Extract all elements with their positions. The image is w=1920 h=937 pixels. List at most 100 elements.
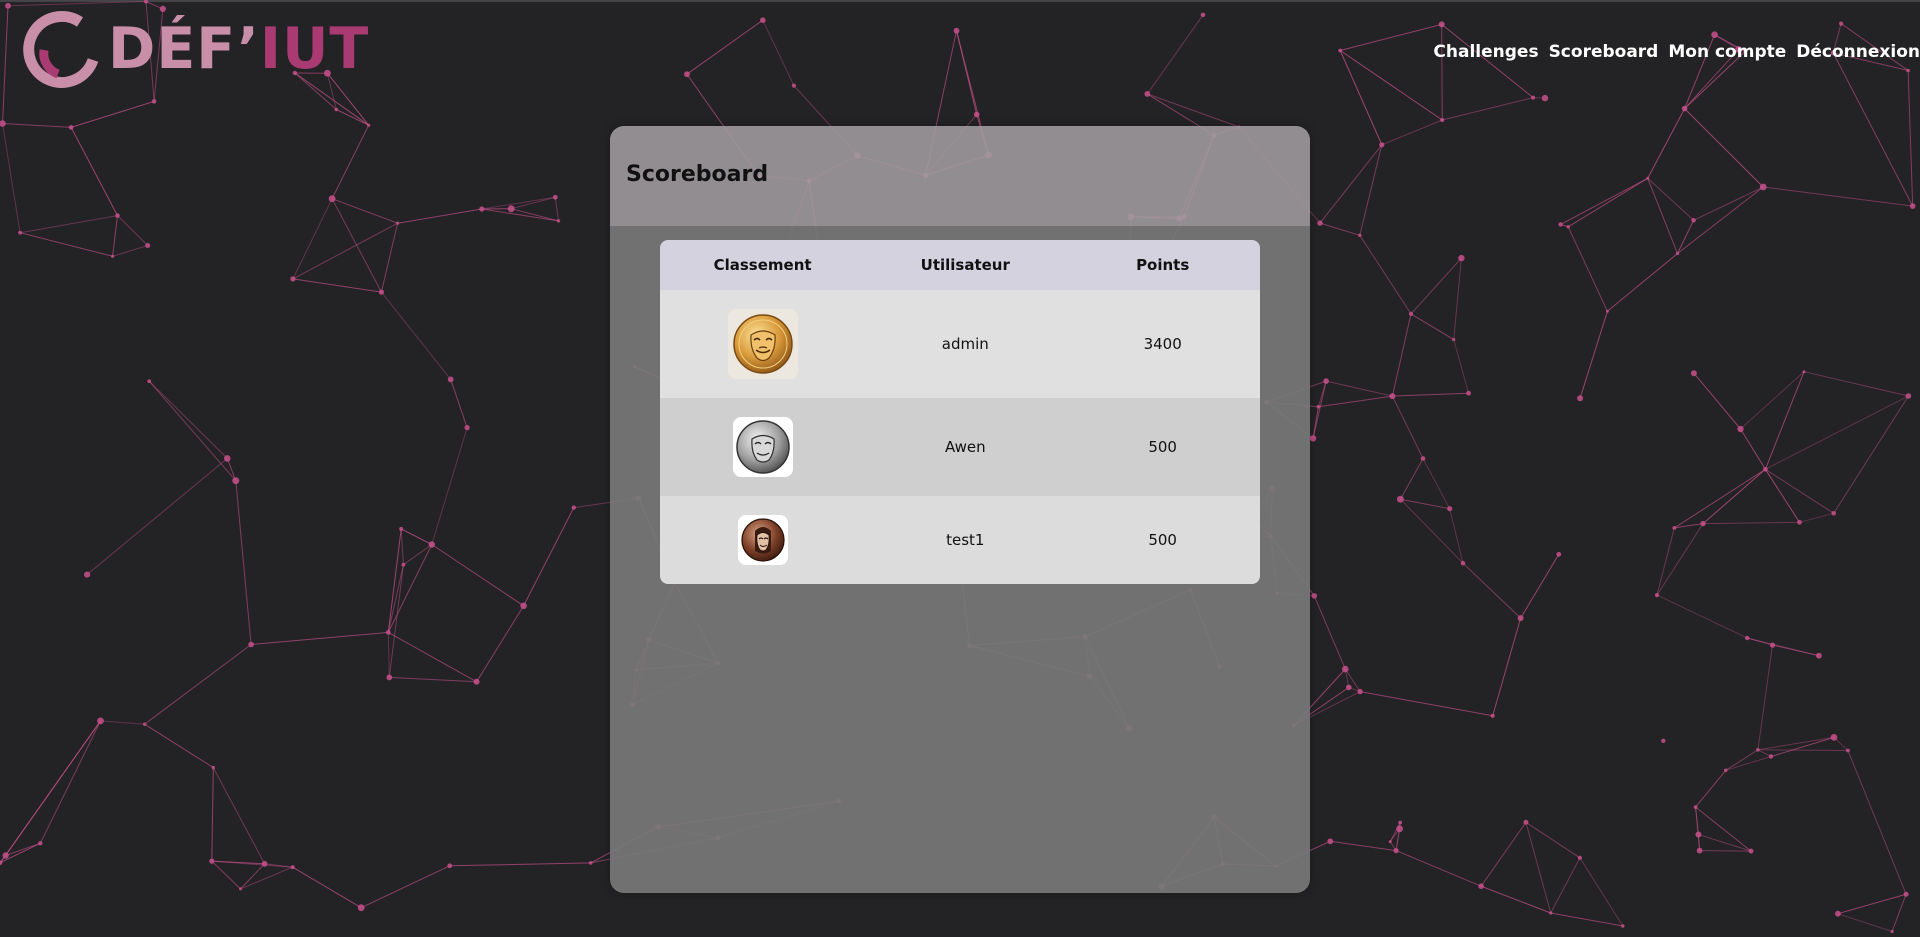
network-line bbox=[1453, 339, 1470, 394]
network-line bbox=[1647, 177, 1694, 221]
network-line bbox=[1891, 894, 1907, 932]
network-line bbox=[1907, 70, 1914, 207]
network-line bbox=[336, 109, 369, 126]
network-node bbox=[1398, 820, 1403, 825]
network-line bbox=[1847, 750, 1907, 895]
network-node bbox=[2, 852, 9, 859]
network-node bbox=[111, 254, 115, 258]
network-line bbox=[1757, 645, 1773, 750]
network-line bbox=[1480, 822, 1527, 887]
nav-scoreboard[interactable]: Scoreboard bbox=[1549, 42, 1659, 62]
network-node bbox=[1693, 805, 1698, 809]
network-node bbox=[1458, 254, 1465, 262]
network-line bbox=[1313, 595, 1346, 670]
nav-challenges[interactable]: Challenges bbox=[1433, 42, 1538, 62]
network-line bbox=[2, 5, 9, 124]
network-node bbox=[1549, 911, 1553, 915]
network-line bbox=[86, 458, 228, 575]
network-line bbox=[211, 860, 241, 890]
network-line bbox=[389, 676, 477, 683]
network-node bbox=[401, 562, 406, 567]
network-node bbox=[1144, 91, 1151, 97]
nav-deconnexion[interactable]: Déconnexion bbox=[1796, 42, 1920, 62]
network-line bbox=[292, 278, 382, 293]
site-logo[interactable]: DÉF’ IUT bbox=[18, 10, 369, 88]
network-node bbox=[1690, 370, 1697, 377]
network-line bbox=[387, 544, 433, 633]
network-line bbox=[1392, 392, 1469, 397]
network-line bbox=[1391, 313, 1412, 397]
network-line bbox=[1695, 807, 1701, 851]
network-line bbox=[360, 865, 450, 909]
network-line bbox=[1684, 108, 1764, 188]
network-node bbox=[1577, 855, 1582, 860]
network-node bbox=[1903, 891, 1909, 897]
network-line bbox=[1803, 371, 1909, 397]
network-line bbox=[554, 197, 559, 221]
network-node bbox=[1756, 748, 1760, 752]
network-node bbox=[760, 17, 766, 24]
column-header-points[interactable]: Points bbox=[1065, 240, 1260, 290]
network-line bbox=[1698, 834, 1752, 852]
network-line bbox=[292, 198, 333, 280]
network-node bbox=[684, 71, 690, 78]
network-line bbox=[1702, 468, 1766, 524]
network-line bbox=[1381, 119, 1443, 146]
network-node bbox=[1316, 404, 1321, 409]
network-node bbox=[1566, 225, 1570, 229]
network-line bbox=[1674, 523, 1704, 529]
network-node bbox=[428, 541, 435, 548]
logo-text-part2: IUT bbox=[259, 15, 370, 82]
network-node bbox=[290, 276, 296, 282]
table-header-row: Classement Utilisateur Points bbox=[660, 240, 1260, 290]
network-node bbox=[385, 630, 391, 635]
network-node bbox=[1839, 21, 1844, 26]
logo-text-part1: DÉF’ bbox=[108, 15, 260, 82]
network-line bbox=[1695, 806, 1752, 852]
network-line bbox=[1699, 850, 1752, 852]
network-node bbox=[1389, 393, 1396, 400]
network-node bbox=[145, 243, 151, 248]
network-line bbox=[2, 123, 72, 128]
network-line bbox=[762, 19, 795, 86]
network-line bbox=[1312, 380, 1327, 439]
network-line bbox=[686, 19, 764, 75]
scoreboard-panel: Scoreboard Classement Utilisateur Points bbox=[610, 126, 1310, 893]
panel-header: Scoreboard bbox=[610, 126, 1310, 226]
network-line bbox=[7, 1, 147, 7]
network-line bbox=[1325, 380, 1393, 397]
nav-mon-compte[interactable]: Mon compte bbox=[1668, 42, 1786, 62]
network-line bbox=[240, 866, 293, 890]
table-row: test1 500 bbox=[660, 496, 1260, 584]
network-node bbox=[1905, 393, 1912, 399]
network-line bbox=[1360, 691, 1493, 717]
network-line bbox=[292, 866, 362, 909]
column-header-classement[interactable]: Classement bbox=[660, 240, 866, 290]
network-node bbox=[18, 230, 22, 235]
bronze-medal-icon bbox=[737, 515, 788, 565]
network-line bbox=[1647, 178, 1678, 254]
network-line bbox=[1410, 257, 1462, 315]
network-node bbox=[378, 289, 384, 295]
network-line bbox=[1757, 736, 1835, 751]
network-node bbox=[357, 904, 365, 912]
network-node bbox=[1890, 929, 1894, 934]
network-line bbox=[70, 127, 118, 216]
network-node bbox=[147, 379, 152, 384]
table-row: Awen 500 bbox=[660, 398, 1260, 496]
network-line bbox=[251, 631, 389, 645]
points-cell: 3400 bbox=[1065, 290, 1260, 398]
network-line bbox=[112, 245, 148, 257]
network-line bbox=[1764, 371, 1805, 470]
user-cell: admin bbox=[865, 290, 1066, 398]
column-header-utilisateur[interactable]: Utilisateur bbox=[865, 240, 1066, 290]
network-line bbox=[144, 723, 214, 769]
network-node bbox=[1438, 21, 1445, 28]
network-node bbox=[5, 2, 11, 9]
network-line bbox=[403, 544, 433, 566]
network-line bbox=[1674, 468, 1766, 529]
network-line bbox=[1567, 226, 1608, 312]
network-line bbox=[1757, 749, 1848, 751]
network-node bbox=[1447, 506, 1453, 512]
network-node bbox=[1342, 665, 1349, 673]
